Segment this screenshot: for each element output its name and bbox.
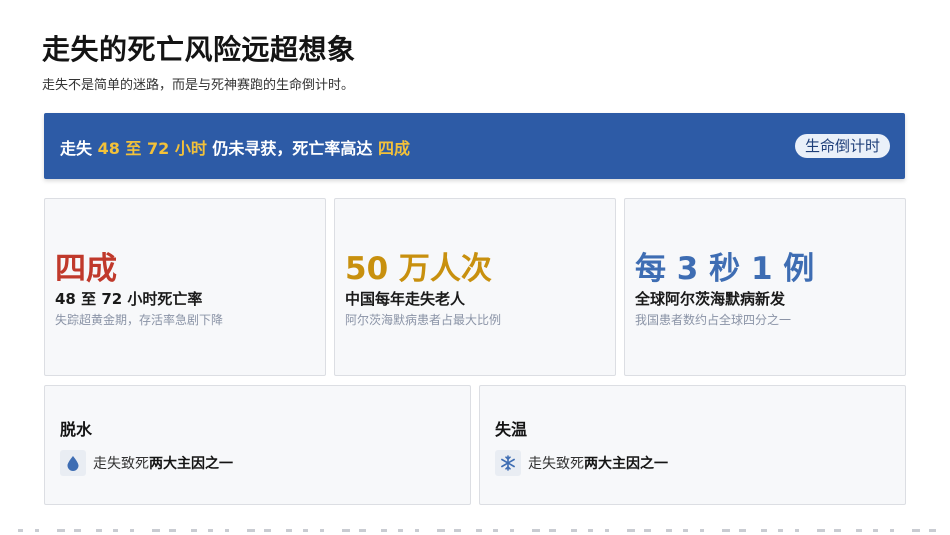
stat-note: 阿尔茨海默病患者占最大比例 <box>345 313 502 327</box>
page-subtitle: 走失不是简单的迷路，而是与死神赛跑的生命倒计时。 <box>42 78 355 93</box>
stat-value: 50 万人次 <box>345 251 492 287</box>
cause-title: 脱水 <box>60 420 93 439</box>
stat-note: 我国患者数约占全球四分之一 <box>635 313 792 327</box>
decorative-dot <box>18 529 23 532</box>
stat-label: 48 至 72 小时死亡率 <box>55 290 203 308</box>
decorative-dot <box>873 529 878 532</box>
decorative-dot <box>152 529 160 532</box>
decorative-dot <box>532 529 540 532</box>
cause-title: 失温 <box>495 420 528 439</box>
decorative-dot <box>929 529 936 532</box>
decorative-dot <box>778 529 783 532</box>
decorative-dot <box>571 529 577 532</box>
decorative-dot <box>683 529 688 532</box>
decorative-dot <box>605 529 609 532</box>
decorative-dot <box>761 529 767 532</box>
decorative-dot <box>890 529 894 532</box>
cause-prefix: 走失致死 <box>93 456 149 472</box>
decorative-dot <box>247 529 255 532</box>
decorative-dot <box>795 529 799 532</box>
decorative-dot <box>342 529 350 532</box>
decorative-dot <box>627 529 635 532</box>
decorative-dot <box>191 529 197 532</box>
decorative-dot <box>549 529 556 532</box>
banner-text: 走失 48 至 72 小时 仍未寻获，死亡率高达 四成 <box>60 135 410 159</box>
water-drop-icon <box>60 450 86 476</box>
stat-value: 四成 <box>55 251 117 287</box>
decorative-dot <box>286 529 292 532</box>
stat-value: 每 3 秒 1 例 <box>635 251 815 287</box>
decorative-dot <box>454 529 461 532</box>
decorative-dot <box>739 529 746 532</box>
cause-row: 走失致死 两大主因之一 <box>60 449 233 477</box>
decorative-dot <box>96 529 102 532</box>
banner-text-part2: 仍未寻获，死亡率高达 <box>206 139 378 158</box>
decorative-dot <box>130 529 134 532</box>
banner-hours: 48 至 72 小时 <box>97 139 207 158</box>
decorative-dot <box>476 529 482 532</box>
bottom-decorative-dots <box>18 529 936 532</box>
decorative-dot <box>588 529 593 532</box>
decorative-dot <box>493 529 498 532</box>
stat-card-missing-elderly: 50 万人次 中国每年走失老人 阿尔茨海默病患者占最大比例 <box>334 198 616 376</box>
decorative-dot <box>303 529 308 532</box>
decorative-dot <box>700 529 704 532</box>
alert-banner: 走失 48 至 72 小时 仍未寻获，死亡率高达 四成 生命倒计时 <box>44 113 905 179</box>
decorative-dot <box>35 529 39 532</box>
stat-label: 全球阿尔茨海默病新发 <box>635 290 786 308</box>
decorative-dot <box>57 529 65 532</box>
countdown-badge: 生命倒计时 <box>794 134 890 158</box>
stat-card-death-rate: 四成 48 至 72 小时死亡率 失踪超黄金期，存活率急剧下降 <box>44 198 326 376</box>
stat-card-new-cases: 每 3 秒 1 例 全球阿尔茨海默病新发 我国患者数约占全球四分之一 <box>624 198 906 376</box>
decorative-dot <box>415 529 419 532</box>
decorative-dot <box>644 529 651 532</box>
decorative-dot <box>381 529 387 532</box>
decorative-dot <box>225 529 229 532</box>
decorative-dot <box>666 529 672 532</box>
cause-card-dehydration: 脱水 走失致死 两大主因之一 <box>44 385 471 505</box>
decorative-dot <box>912 529 920 532</box>
decorative-dot <box>74 529 81 532</box>
stat-note: 失踪超黄金期，存活率急剧下降 <box>55 313 224 327</box>
cause-row: 走失致死 两大主因之一 <box>495 449 668 477</box>
decorative-dot <box>722 529 730 532</box>
decorative-dot <box>113 529 118 532</box>
decorative-dot <box>834 529 841 532</box>
stat-label: 中国每年走失老人 <box>345 290 466 308</box>
decorative-dot <box>359 529 366 532</box>
decorative-dot <box>169 529 176 532</box>
decorative-dot <box>264 529 271 532</box>
decorative-dot <box>510 529 514 532</box>
decorative-dot <box>856 529 862 532</box>
decorative-dot <box>398 529 403 532</box>
page-title: 走失的死亡风险远超想象 <box>42 33 356 66</box>
cause-prefix: 走失致死 <box>528 456 584 472</box>
decorative-dot <box>320 529 324 532</box>
cause-card-hypothermia: 失温 走失致死 两大主因之一 <box>479 385 906 505</box>
cause-emphasis: 两大主因之一 <box>584 456 668 472</box>
banner-text-part1: 走失 <box>60 139 98 158</box>
snowflake-icon <box>495 450 521 476</box>
decorative-dot <box>437 529 445 532</box>
cause-emphasis: 两大主因之一 <box>149 456 233 472</box>
banner-rate: 四成 <box>377 139 410 158</box>
decorative-dot <box>208 529 213 532</box>
decorative-dot <box>817 529 825 532</box>
